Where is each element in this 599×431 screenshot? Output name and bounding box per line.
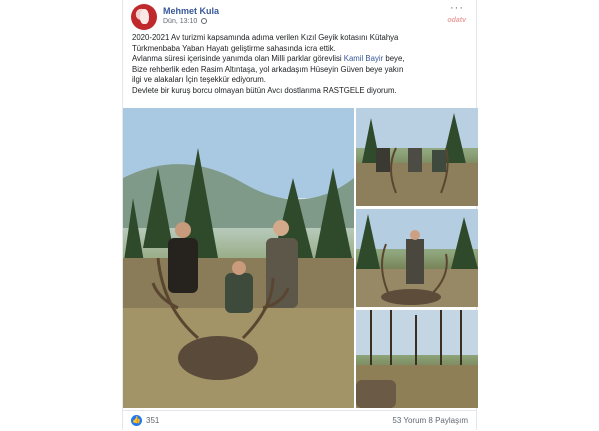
post-text-line: 2020-2021 Av turizmi kapsamında adıma ve… — [132, 33, 399, 42]
comment-count[interactable]: 53 Yorum — [392, 416, 426, 425]
post-text-line: Devlete bir kuruş borcu olmayan bütün Av… — [132, 85, 397, 95]
post-time[interactable]: Dün, 13:10 — [163, 18, 208, 25]
avatar[interactable] — [131, 4, 157, 30]
post-time-label: Dün, 13:10 — [163, 18, 198, 25]
main-photo[interactable] — [123, 108, 354, 408]
post-footer: 👍 351 53 Yorum 8 Paylaşım — [123, 410, 476, 431]
post-text-line: Avlanma süresi içerisinde yanımda olan M… — [132, 54, 472, 65]
post-text-line: Türkmenbaba Yaban Hayatı geliştirme saha… — [132, 43, 336, 53]
post-text-line: Bize rehberlik eden Rasim Altıntaşa, yol… — [132, 64, 404, 74]
reaction-count[interactable]: 351 — [146, 416, 159, 425]
author-name[interactable]: Mehmet Kula — [163, 6, 219, 16]
photo-gallery — [123, 108, 478, 408]
thumbnail-photo[interactable] — [356, 310, 478, 408]
post-text-line-part: beye, — [383, 54, 405, 64]
thumbnail-illustration — [356, 209, 478, 307]
thumbnail-illustration — [356, 310, 478, 408]
like-icon[interactable]: 👍 — [131, 415, 142, 426]
thumbnail-photo[interactable] — [356, 108, 478, 206]
thumbnail-photo[interactable] — [356, 209, 478, 307]
post-text-line-part: Avlanma süresi içerisinde yanımda olan M… — [132, 54, 344, 64]
post-text: 2020-2021 Av turizmi kapsamında adıma ve… — [132, 33, 472, 97]
post-menu-button[interactable]: ··· — [450, 2, 464, 14]
comments-shares[interactable]: 53 Yorum 8 Paylaşım — [392, 416, 468, 425]
mention-link[interactable]: Kamil Bayir — [344, 54, 383, 63]
watermark-logo: odatv — [447, 17, 466, 24]
hunting-scene-illustration — [123, 108, 354, 408]
share-count[interactable]: 8 Paylaşım — [428, 416, 468, 425]
thumbnail-illustration — [356, 108, 478, 206]
post-text-line: ilgi ve alakaları İçin teşekkür ediyorum… — [132, 75, 266, 85]
facebook-post: Mehmet Kula Dün, 13:10 ··· odatv 2020-20… — [122, 0, 478, 431]
globe-icon — [201, 18, 208, 25]
post-header: Mehmet Kula Dün, 13:10 ··· odatv — [123, 0, 476, 30]
